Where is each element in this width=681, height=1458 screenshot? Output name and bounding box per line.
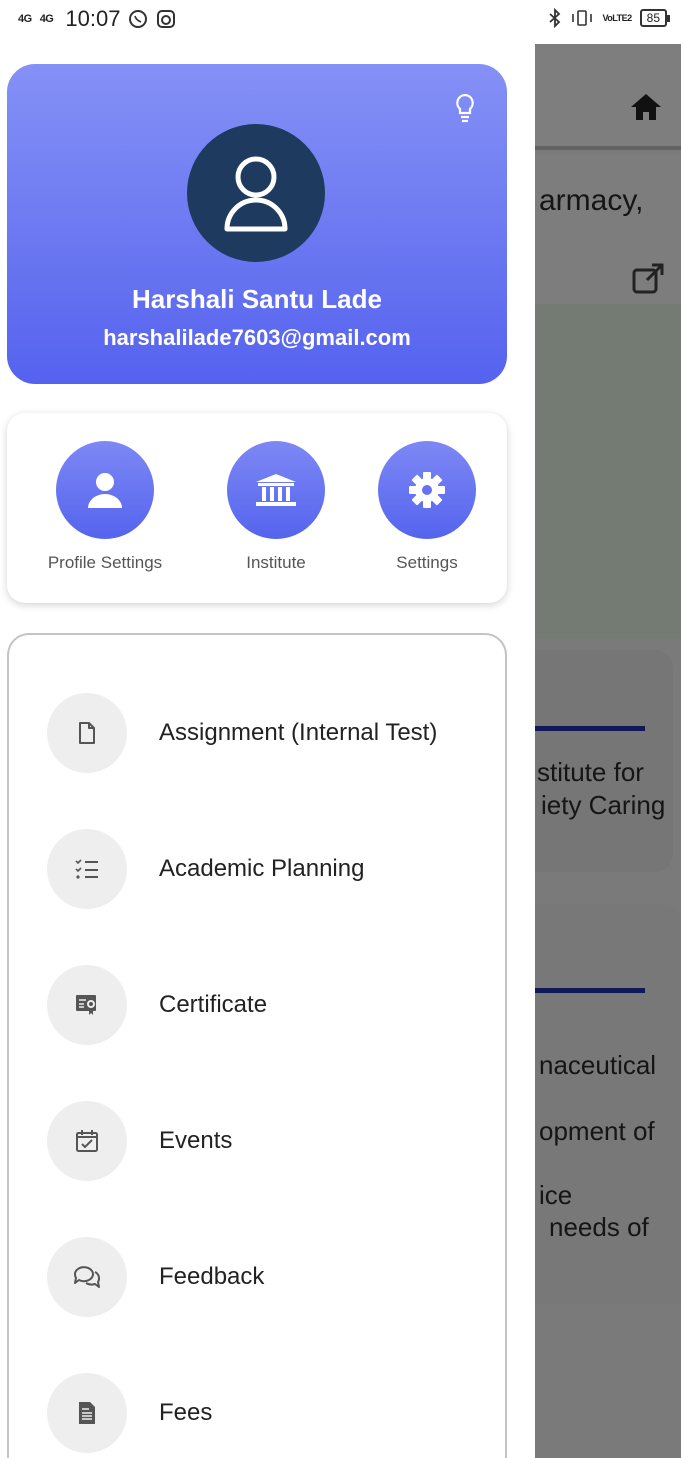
background-text: naceutical	[539, 1050, 657, 1080]
profile-settings-label: Profile Settings	[47, 553, 163, 572]
profile-settings-button[interactable]: Profile Settings	[30, 441, 180, 573]
menu-label: Feedback	[159, 1263, 265, 1290]
background-image	[535, 304, 681, 639]
menu-icon-bg	[47, 1237, 127, 1317]
chat-icon	[73, 1266, 101, 1288]
instagram-icon	[157, 10, 176, 28]
menu-item-assignment[interactable]: Assignment (Internal Test)	[47, 693, 487, 773]
certificate-icon	[76, 995, 96, 1015]
settings-label: Settings	[396, 553, 458, 572]
menu-icon-bg	[47, 965, 127, 1045]
background-divider	[535, 726, 645, 731]
external-link-icon	[632, 263, 664, 294]
menu-label: Academic Planning	[159, 855, 365, 882]
menu-list: Assignment (Internal Test) Academic Plan…	[7, 633, 507, 1458]
background-text: needs of	[549, 1212, 649, 1242]
background-text: opment of	[539, 1116, 655, 1146]
status-bar: 4G 4G 10:07 VoLTE2 85	[0, 0, 681, 44]
user-outline-icon	[224, 156, 288, 232]
volte-icon: VoLTE2	[602, 12, 632, 23]
menu-item-events[interactable]: Events	[47, 1101, 487, 1181]
background-text: ice	[539, 1180, 573, 1210]
signal-2-icon: 4G	[39, 12, 54, 25]
background-divider	[535, 988, 645, 993]
background-text: iety Caring	[541, 790, 666, 820]
background-text: stitute for	[537, 757, 644, 787]
user-name: Harshali Santu Lade	[132, 284, 382, 314]
menu-label: Events	[159, 1127, 233, 1154]
menu-item-certificate[interactable]: Certificate	[47, 965, 487, 1045]
user-icon	[88, 473, 122, 508]
signal-1-icon: 4G	[18, 12, 32, 25]
battery-icon: 85	[639, 9, 671, 27]
institute-icon	[256, 474, 296, 506]
menu-item-academic-planning[interactable]: Academic Planning	[47, 829, 487, 909]
menu-icon-bg	[47, 829, 127, 909]
quick-actions: Profile Settings Institute Settings	[7, 413, 507, 603]
background-header	[535, 44, 681, 150]
checklist-icon	[75, 859, 98, 879]
vibrate-icon	[572, 10, 593, 26]
settings-button[interactable]: Settings	[352, 441, 502, 573]
calendar-check-icon	[76, 1130, 98, 1152]
institute-circle	[227, 441, 325, 539]
menu-label: Assignment (Internal Test)	[159, 719, 438, 746]
background-text: armacy,	[539, 184, 644, 217]
menu-item-feedback[interactable]: Feedback	[47, 1237, 487, 1317]
navigation-drawer: Harshali Santu Lade harshalilade7603@gma…	[0, 44, 535, 1458]
menu-icon-bg	[47, 1101, 127, 1181]
profile-settings-circle	[56, 441, 154, 539]
user-email: harshalilade7603@gmail.com	[103, 325, 411, 350]
gear-icon	[409, 472, 445, 508]
lightbulb-icon[interactable]	[453, 92, 477, 124]
menu-label: Certificate	[159, 991, 268, 1018]
avatar[interactable]	[187, 124, 325, 262]
settings-circle	[378, 441, 476, 539]
menu-label: Fees	[159, 1399, 213, 1426]
menu-icon-bg	[47, 693, 127, 773]
background-app-overlay[interactable]: armacy, stitute for iety Caring naceutic…	[535, 44, 681, 1458]
whatsapp-icon	[129, 10, 148, 28]
bluetooth-icon	[549, 8, 561, 28]
document-icon	[79, 722, 95, 744]
profile-header: Harshali Santu Lade harshalilade7603@gma…	[7, 64, 507, 384]
menu-icon-bg	[47, 1373, 127, 1453]
receipt-icon	[79, 1402, 95, 1424]
institute-button[interactable]: Institute	[201, 441, 351, 573]
background-card	[535, 904, 681, 1304]
status-time: 10:07	[65, 6, 121, 31]
menu-item-fees[interactable]: Fees	[47, 1373, 487, 1453]
home-icon	[631, 94, 661, 120]
institute-label: Institute	[246, 553, 306, 572]
